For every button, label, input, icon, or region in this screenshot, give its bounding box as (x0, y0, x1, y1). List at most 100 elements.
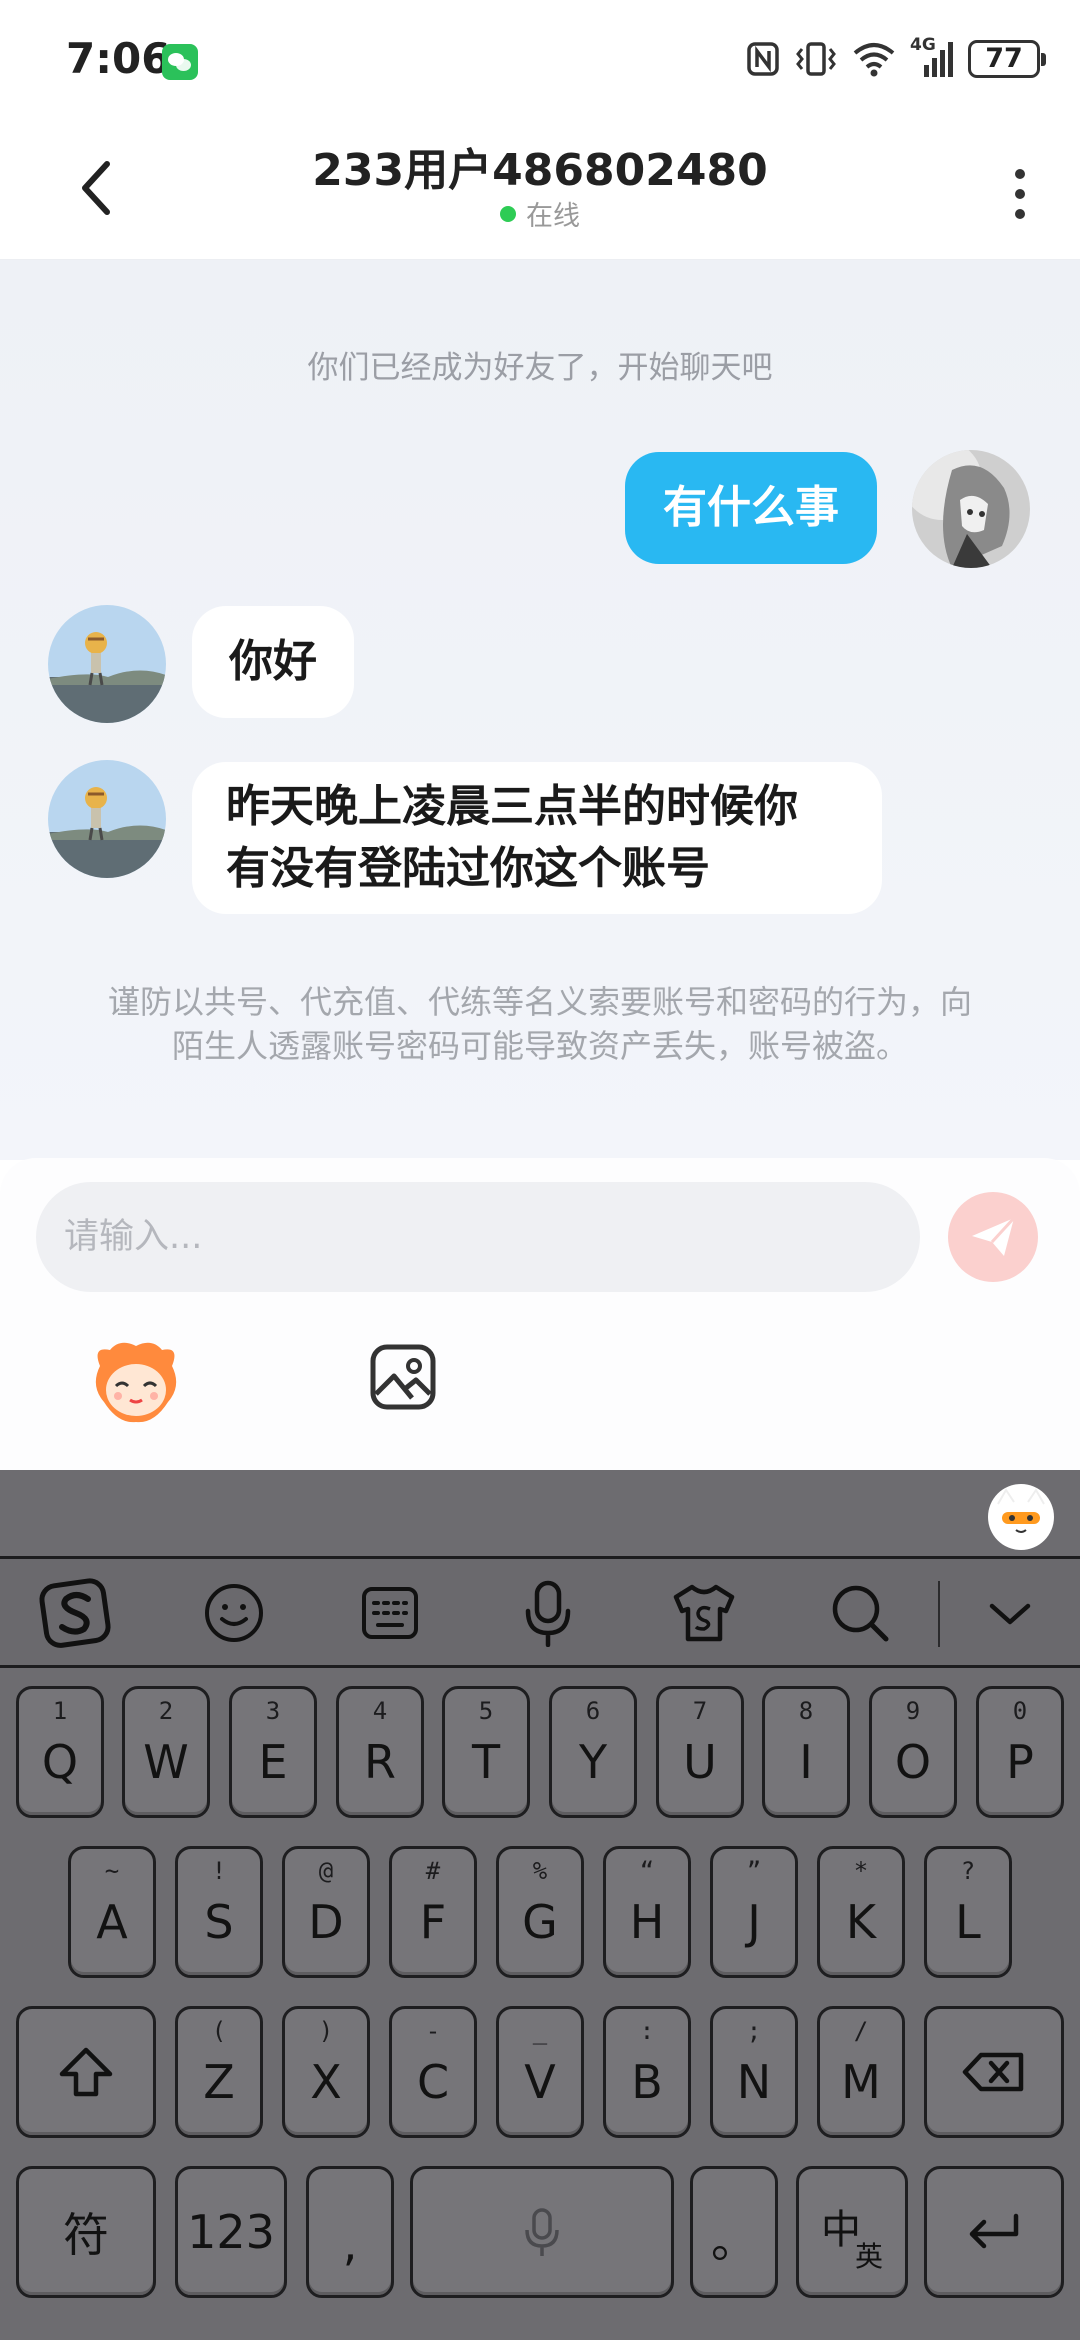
key-label: O (894, 1735, 932, 1789)
space-key[interactable] (410, 2166, 674, 2298)
message-bubble-received[interactable]: 你好 (192, 606, 354, 718)
key-h[interactable]: “H (603, 1846, 691, 1978)
key-hint: 1 (52, 1697, 68, 1725)
period-key[interactable]: 。 (690, 2166, 778, 2298)
keyboard-layout-button[interactable] (350, 1573, 430, 1653)
send-button[interactable] (948, 1192, 1038, 1282)
key-a[interactable]: ~ A (68, 1846, 156, 1978)
key-hint: ? (960, 1857, 976, 1885)
key-hint: 7 (692, 1697, 708, 1725)
key-y[interactable]: 6Y (549, 1686, 637, 1818)
wifi-icon (853, 43, 895, 77)
key-hint: ! (211, 1857, 227, 1885)
key-hint: ; (746, 2017, 762, 2045)
key-label: Y (578, 1735, 608, 1789)
key-o[interactable]: 9O (869, 1686, 957, 1818)
sogou-logo-button[interactable] (36, 1573, 116, 1653)
nfc-icon (747, 42, 779, 76)
microphone-icon (525, 1580, 571, 1647)
more-options-button[interactable] (990, 154, 1050, 234)
key-hint: - (425, 2017, 441, 2045)
key-u[interactable]: 7U (656, 1686, 744, 1818)
sogou-logo-icon (39, 1578, 111, 1648)
key-j[interactable]: ” J (710, 1846, 798, 1978)
search-button[interactable] (820, 1573, 900, 1653)
key-label: R (364, 1735, 396, 1789)
key-label: X (310, 2055, 342, 2109)
enter-key[interactable] (924, 2166, 1064, 2298)
key-label: T (471, 1735, 501, 1789)
sticker-button[interactable] (90, 1336, 182, 1426)
key-label: V (524, 2055, 556, 2109)
key-l[interactable]: ? L (924, 1846, 1012, 1978)
language-switch-key[interactable]: 中 英 (796, 2166, 908, 2298)
key-label: I (799, 1735, 813, 1789)
key-g[interactable]: % G (496, 1846, 584, 1978)
key-z[interactable]: (Z (175, 2006, 263, 2138)
key-p[interactable]: 0P (976, 1686, 1064, 1818)
collapse-keyboard-button[interactable] (970, 1573, 1050, 1653)
key-m[interactable]: / M (817, 2006, 905, 2138)
key-f[interactable]: # F (389, 1846, 477, 1978)
key-x[interactable]: ) X (282, 2006, 370, 2138)
key-d[interactable]: @ D (282, 1846, 370, 1978)
key-e[interactable]: 3E (229, 1686, 317, 1818)
shift-icon (19, 2009, 153, 2135)
message-text: 你好 (229, 636, 317, 687)
key-label: W (143, 1735, 189, 1789)
send-icon (972, 1216, 1016, 1256)
key-hint: ” (746, 1857, 762, 1885)
key-k[interactable]: * K (817, 1846, 905, 1978)
key-c[interactable]: -C (389, 2006, 477, 2138)
message-bubble-sent[interactable]: 有什么事 (625, 452, 877, 564)
shift-key[interactable] (16, 2006, 156, 2138)
keyboard-toolbar (0, 1556, 1080, 1668)
online-status-label: 在线 (526, 201, 580, 232)
soft-keyboard: 1Q 2W 3E 4R 5T 6Y 7U 8I 9O 0P ~ A ! S @ D #… (0, 1470, 1080, 2340)
key-i[interactable]: 8I (762, 1686, 850, 1818)
message-text-line: 昨天晚上凌晨三点半的时候你 (226, 781, 798, 832)
key-t[interactable]: 5T (442, 1686, 530, 1818)
key-label: L (955, 1895, 981, 1949)
key-label: , (342, 2217, 358, 2271)
symbols-key[interactable]: 符 (16, 2166, 156, 2298)
key-hint: * (853, 1857, 869, 1885)
key-n[interactable]: ; N (710, 2006, 798, 2138)
key-hint: @ (318, 1857, 334, 1885)
key-b[interactable]: :B (603, 2006, 691, 2138)
wechat-notification-icon (162, 44, 198, 80)
key-label-secondary: 英 (855, 2240, 884, 2273)
key-r[interactable]: 4R (336, 1686, 424, 1818)
message-bubble-received[interactable]: 昨天晚上凌晨三点半的时候你 有没有登陆过你这个账号 (192, 762, 882, 914)
key-label: K (845, 1895, 877, 1949)
image-button[interactable] (368, 1342, 438, 1412)
key-q[interactable]: 1Q (16, 1686, 104, 1818)
key-hint: ) (318, 2017, 334, 2045)
battery-indicator: 77 (968, 40, 1046, 78)
backspace-key[interactable] (924, 2006, 1064, 2138)
online-status: 在线 (0, 194, 1080, 233)
emoji-button[interactable] (194, 1573, 274, 1653)
key-v[interactable]: _ V (496, 2006, 584, 2138)
my-avatar[interactable] (912, 450, 1030, 568)
keyboard-mascot-icon[interactable] (988, 1484, 1054, 1550)
key-s[interactable]: ! S (175, 1846, 263, 1978)
chat-message-list[interactable]: 你们已经成为好友了，开始聊天吧 有什么事 你好 昨天晚上凌晨三点半的时候你 有没… (0, 260, 1080, 1160)
contact-avatar[interactable] (48, 760, 166, 878)
skin-button[interactable] (664, 1573, 744, 1653)
input-panel (0, 1158, 1080, 1470)
contact-avatar[interactable] (48, 605, 166, 723)
key-label: C (416, 2055, 450, 2109)
message-input[interactable] (36, 1182, 920, 1292)
key-label: M (841, 2055, 881, 2109)
voice-input-button[interactable] (508, 1573, 588, 1653)
key-label: Z (203, 2055, 235, 2109)
key-label: 符 (63, 2208, 109, 2262)
key-hint: : (639, 2017, 655, 2045)
numbers-key[interactable]: 123 (175, 2166, 287, 2298)
comma-key[interactable]: , (306, 2166, 394, 2298)
message-text: 有什么事 (663, 482, 839, 533)
key-hint: ~ (104, 1857, 120, 1885)
key-w[interactable]: 2W (122, 1686, 210, 1818)
key-label: D (308, 1895, 344, 1949)
